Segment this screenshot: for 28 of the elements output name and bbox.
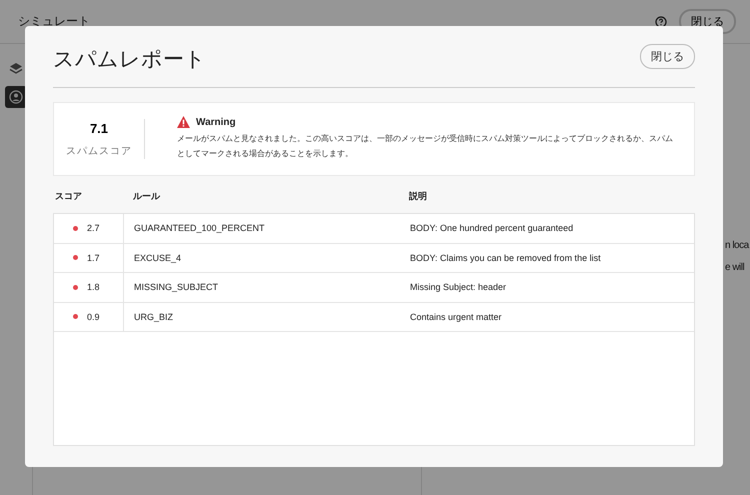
description-cell-text: Contains urgent matter bbox=[409, 310, 503, 324]
dialog-title: スパムレポート bbox=[53, 46, 206, 72]
column-header: 説明 bbox=[408, 190, 428, 203]
rule-cell-text: URG_BIZ bbox=[133, 310, 174, 324]
body-text: n loca bbox=[725, 240, 749, 251]
close-button[interactable]: 閉じる bbox=[640, 44, 695, 69]
warning-title: Warning bbox=[196, 116, 236, 128]
description-cell-text: BODY: One hundred percent guaranteed bbox=[409, 222, 574, 236]
warning-icon bbox=[177, 116, 190, 128]
column-header: ルール bbox=[132, 190, 162, 203]
description-cell-text: BODY: Claims you can be removed from the list bbox=[409, 252, 602, 265]
warning-message: メールがスパムと見なされました。この高いスコアは、一部のメッセージが受信時にスパム対策ツールによってブロックされるか、スパムとしてマークされる場合があることを示します。 bbox=[177, 133, 674, 160]
page-title: シミュレート bbox=[18, 13, 90, 30]
score-cell: 0.9 bbox=[87, 312, 100, 322]
rule-cell-text: MISSING_SUBJECT bbox=[133, 281, 220, 294]
rule-cell-text: EXCUSE_4 bbox=[133, 252, 182, 265]
body-text: e will bbox=[725, 262, 744, 273]
score-cell: 1.8 bbox=[87, 282, 100, 292]
rule-cell-text: GUARANTEED_100_PERCENT bbox=[133, 222, 266, 236]
score-cell: 1.7 bbox=[87, 252, 100, 263]
profile-button[interactable] bbox=[5, 86, 27, 108]
score-label: スパムスコア bbox=[66, 144, 132, 158]
description-cell-text: Missing Subject: header bbox=[409, 281, 508, 294]
layers-icon[interactable] bbox=[9, 62, 23, 76]
help-icon[interactable] bbox=[655, 16, 667, 28]
score-cell: 2.7 bbox=[87, 223, 100, 234]
score-value: 7.1 bbox=[90, 120, 108, 136]
column-header: スコア bbox=[54, 190, 83, 203]
